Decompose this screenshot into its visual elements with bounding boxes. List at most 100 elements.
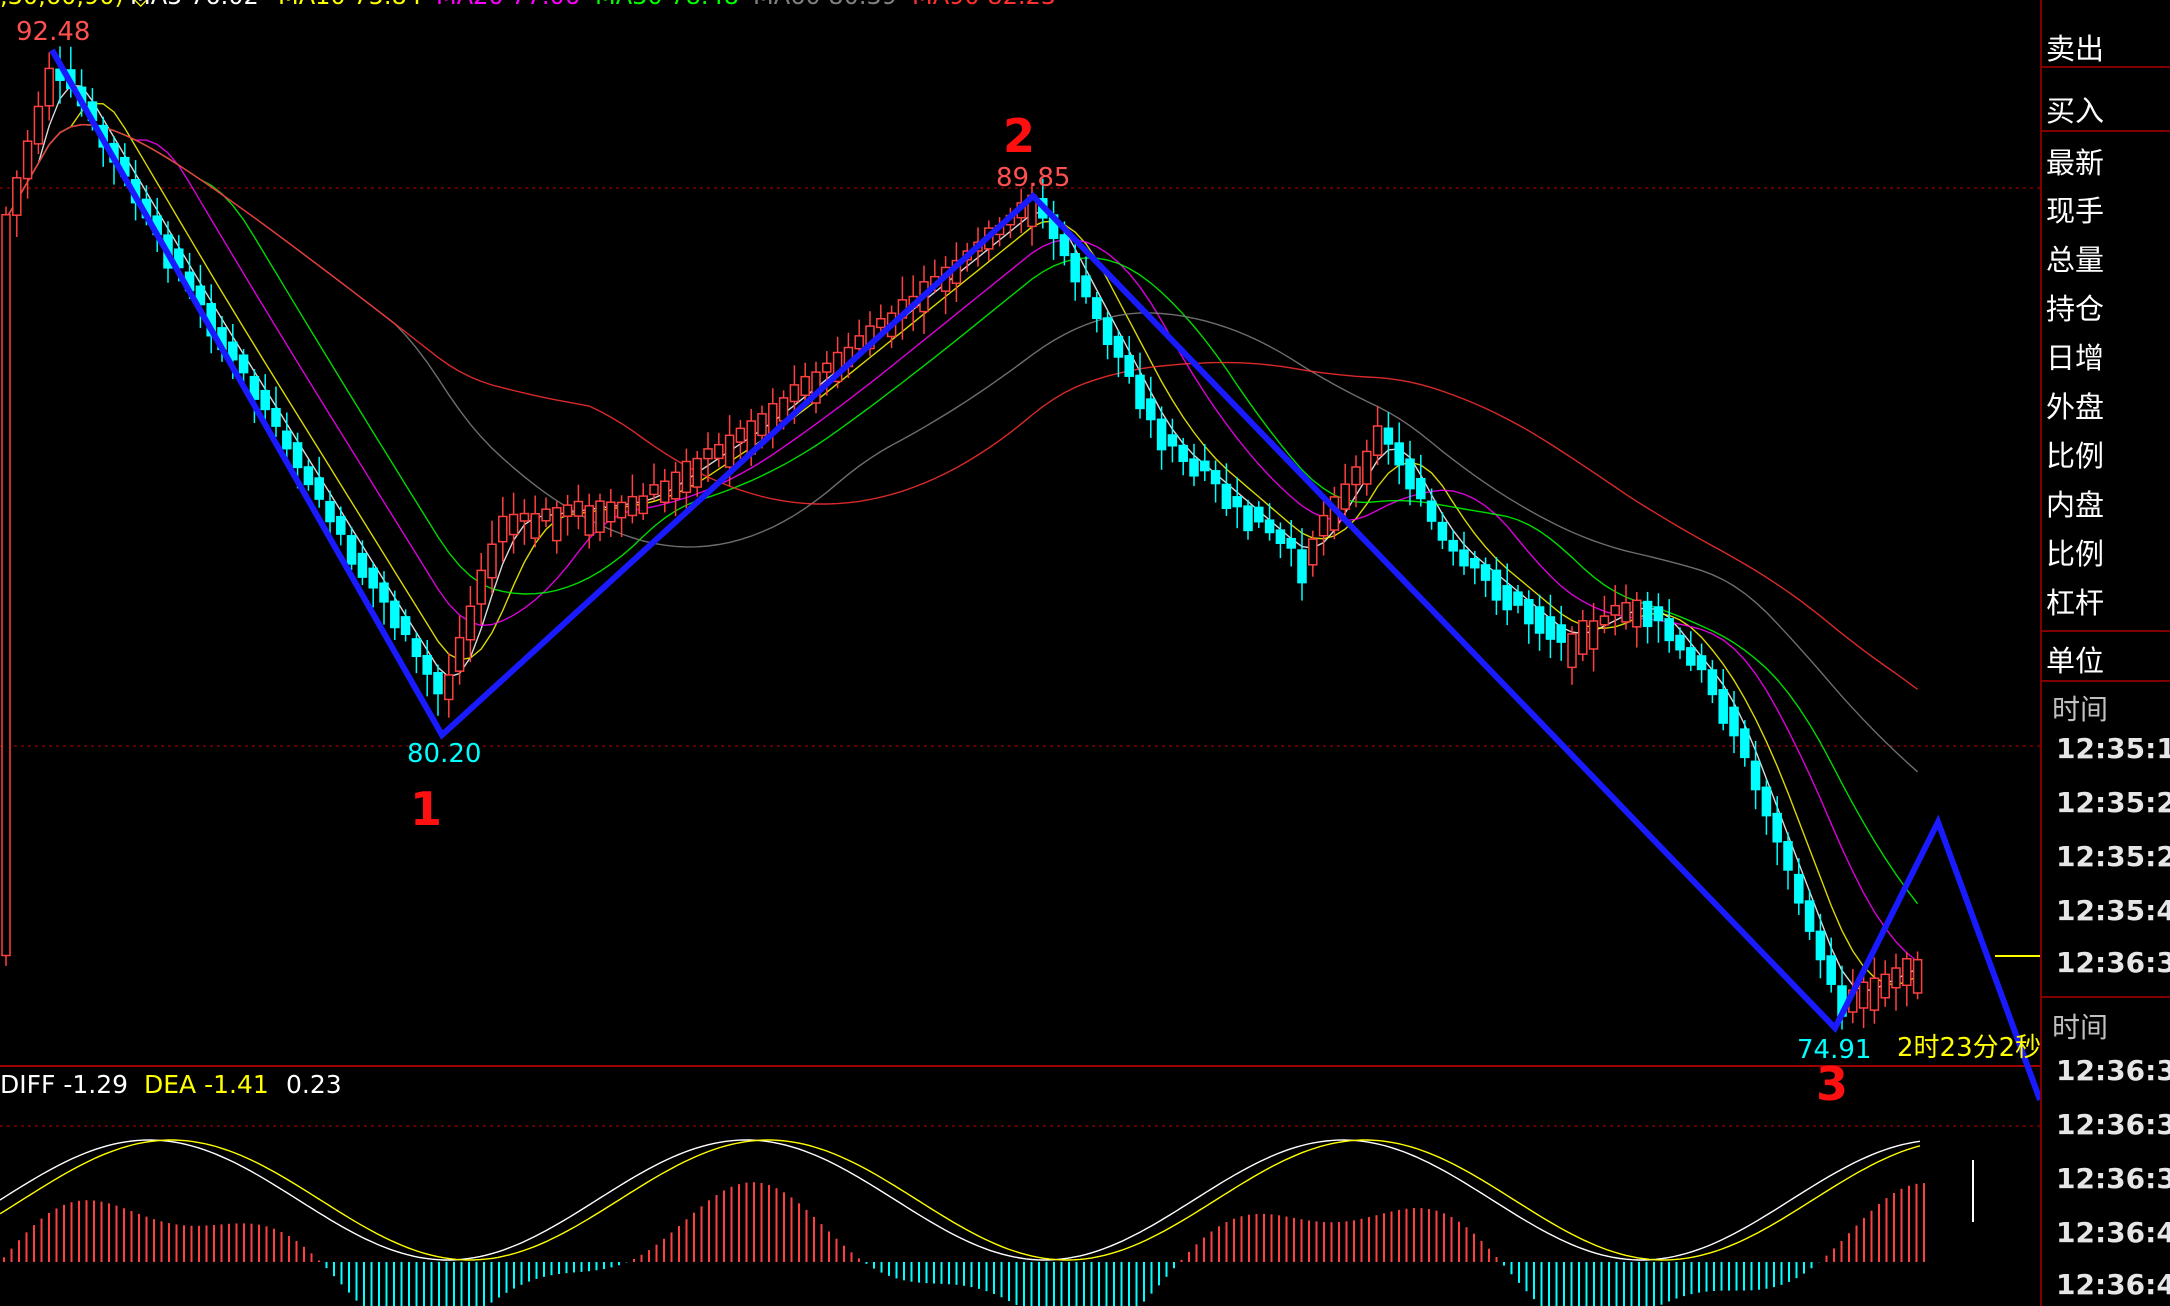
candle-down bbox=[1448, 539, 1458, 552]
side-label-open-interest: 持仓 bbox=[2046, 292, 2105, 326]
candle-down bbox=[1232, 496, 1242, 508]
candle-down bbox=[1426, 500, 1437, 522]
candle-down bbox=[368, 567, 378, 589]
candle-up bbox=[12, 177, 22, 216]
trade-time: 12:35:13 bbox=[2056, 732, 2170, 765]
candle-down bbox=[1200, 460, 1210, 472]
candle-down bbox=[1524, 599, 1534, 625]
candle-down bbox=[1642, 600, 1653, 628]
candle-up bbox=[595, 500, 605, 533]
side-label-ratio: 比例 bbox=[2046, 537, 2105, 571]
candle-up bbox=[757, 413, 767, 437]
macd-diff-legend: DIFF -1.29 bbox=[0, 1070, 128, 1099]
ma-params-label: ,30,60,90) ◇ bbox=[0, 0, 150, 10]
trade-time: 12:36:31 bbox=[2056, 946, 2170, 979]
wave-label-1: 1 bbox=[410, 782, 442, 836]
candle-down bbox=[1135, 374, 1145, 410]
candle-down bbox=[1210, 470, 1221, 485]
candle-down bbox=[1416, 477, 1426, 500]
candlestick-chart[interactable]: ,30,60,90) ◇ MA5 76.02 MA10 75.84 MA20 7… bbox=[0, 0, 2040, 1306]
candle-down bbox=[1167, 434, 1178, 447]
wave-zigzag-line bbox=[49, 48, 2040, 1102]
candle-down bbox=[1664, 618, 1674, 642]
candle-down bbox=[1470, 557, 1480, 569]
candle-down bbox=[411, 638, 422, 658]
side-label-leverage: 杠杆 bbox=[2046, 586, 2105, 620]
candle-down bbox=[1761, 786, 1772, 817]
candle-down bbox=[1297, 549, 1307, 584]
candle-down bbox=[1275, 529, 1286, 544]
price-label-high-left: 92.48 bbox=[16, 17, 90, 47]
candle-down bbox=[1491, 569, 1502, 601]
candle-down bbox=[1243, 505, 1253, 532]
candle-down bbox=[1545, 616, 1556, 640]
candle-down bbox=[1146, 398, 1156, 421]
candle-up bbox=[1621, 601, 1631, 623]
candle-up bbox=[22, 140, 33, 180]
side-label-ratio: 比例 bbox=[2046, 439, 2105, 473]
elapsed-time-label: 2时23分2秒 bbox=[1897, 1033, 2040, 1063]
trade-time: 12:36:47 bbox=[2056, 1216, 2170, 1249]
moving-average-line bbox=[5, 123, 1919, 773]
candle-down bbox=[336, 515, 346, 535]
candle-down bbox=[1459, 549, 1469, 567]
candle-up bbox=[660, 480, 670, 504]
candle-up bbox=[1902, 958, 1912, 987]
candle-up bbox=[1869, 977, 1880, 1011]
candle-up bbox=[552, 507, 562, 542]
candle-down bbox=[1092, 297, 1102, 320]
candle-down bbox=[1534, 606, 1545, 634]
candle-up bbox=[714, 443, 724, 460]
candle-down bbox=[1772, 812, 1782, 843]
candle-down bbox=[1102, 317, 1113, 346]
candle-down bbox=[422, 654, 432, 675]
candle-up bbox=[638, 495, 648, 515]
candle-up bbox=[703, 448, 713, 460]
candle-up bbox=[519, 512, 530, 522]
quote-side-panel: 卖出 买入 最新 现手 总量 持仓 日增 外盘 比例 内盘 比例 杠杆 单位 时… bbox=[2040, 0, 2170, 1306]
candle-down bbox=[1675, 634, 1685, 651]
candles bbox=[1, 46, 1923, 1030]
candle-down bbox=[1729, 706, 1739, 737]
trade-time: 12:36:47 bbox=[2056, 1268, 2170, 1301]
ma20-legend: MA20 77.06 bbox=[436, 0, 580, 10]
candle-down bbox=[282, 430, 292, 450]
candle-up bbox=[627, 495, 638, 517]
candle-down bbox=[314, 477, 324, 500]
side-label-buy: 买入 bbox=[2046, 94, 2105, 128]
macd-dea-legend: DEA -1.41 bbox=[144, 1070, 269, 1099]
candle-down bbox=[303, 466, 314, 486]
candle-down bbox=[400, 616, 411, 636]
side-label-daily-change: 日增 bbox=[2046, 341, 2105, 375]
candle-up bbox=[1, 213, 11, 957]
candle-down bbox=[1513, 591, 1523, 606]
candle-down bbox=[260, 389, 270, 411]
candle-down bbox=[1221, 483, 1232, 509]
candle-up bbox=[1340, 483, 1350, 510]
candle-down bbox=[433, 672, 443, 695]
candle-up bbox=[44, 67, 54, 107]
candle-down bbox=[1794, 873, 1804, 904]
candle-up bbox=[33, 105, 44, 145]
candle-up bbox=[1567, 633, 1577, 669]
side-label-volume: 总量 bbox=[2046, 243, 2105, 277]
candle-up bbox=[454, 636, 465, 672]
candle-down bbox=[1707, 669, 1718, 696]
candle-down bbox=[1437, 521, 1448, 541]
candle-up bbox=[616, 501, 627, 519]
candle-down bbox=[357, 552, 368, 578]
candle-up bbox=[573, 500, 584, 517]
candle-up bbox=[649, 484, 659, 496]
macd-histogram bbox=[0, 1139, 1925, 1306]
candle-up bbox=[1880, 973, 1890, 999]
candle-up bbox=[1578, 619, 1588, 655]
candle-up bbox=[508, 513, 519, 536]
ma30-legend: MA30 78.48 bbox=[595, 0, 739, 10]
candle-down bbox=[1502, 585, 1512, 611]
candle-up bbox=[735, 427, 746, 443]
trade-time: 12:36:37 bbox=[2056, 1054, 2170, 1087]
candle-up bbox=[487, 543, 497, 579]
trade-time: 12:36:39 bbox=[2056, 1162, 2170, 1195]
candle-down bbox=[1750, 760, 1761, 791]
candle-up bbox=[1362, 450, 1372, 485]
